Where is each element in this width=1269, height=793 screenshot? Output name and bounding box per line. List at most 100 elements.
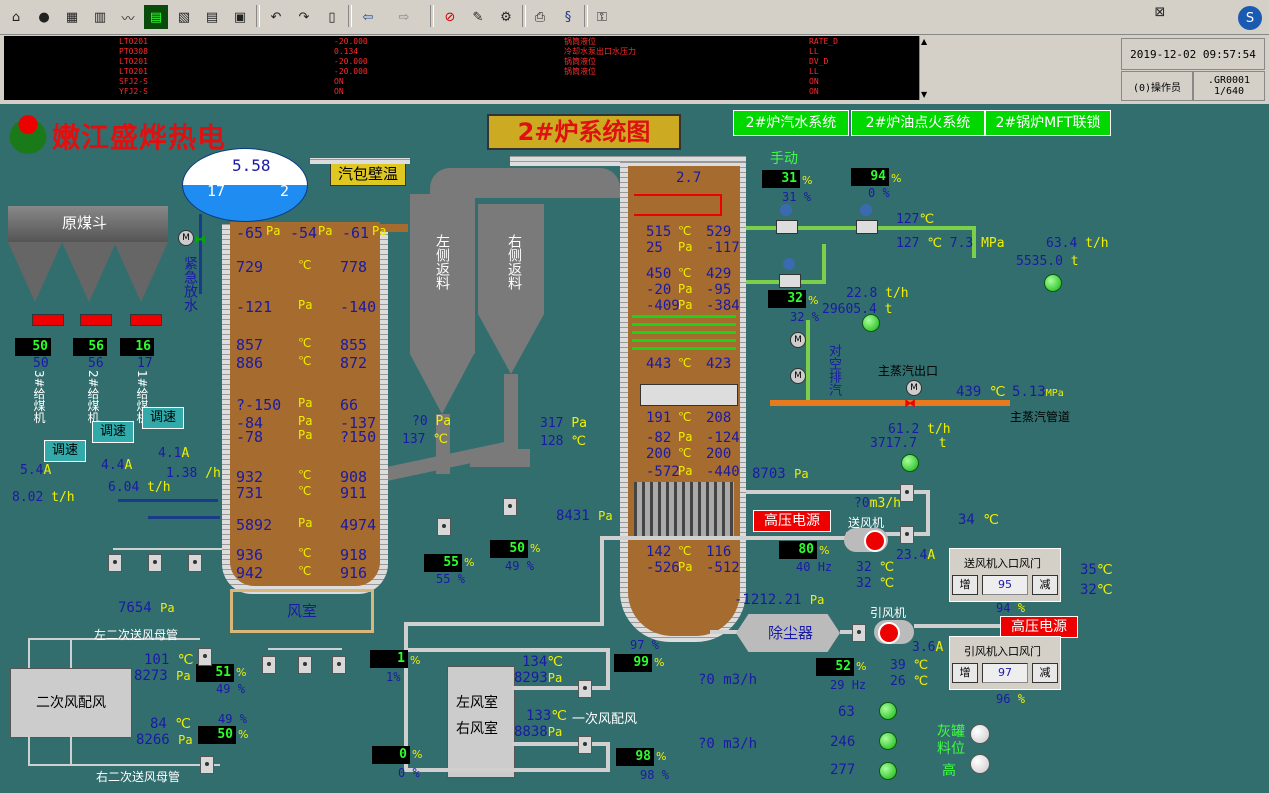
table-icon[interactable]: ▤ — [200, 5, 224, 29]
print-icon[interactable]: ⎙ — [528, 5, 552, 29]
left-secondary-damper-icon[interactable] — [198, 648, 212, 666]
valve-icon[interactable]: ⧓ — [194, 232, 206, 246]
trend-icon[interactable]: 〰 — [116, 5, 140, 29]
record-icon[interactable]: ● — [32, 5, 56, 29]
control-valve-1-icon[interactable] — [776, 220, 798, 234]
fd-fan-motor-icon[interactable] — [864, 530, 886, 552]
damper-valve-icon[interactable] — [262, 656, 276, 674]
feeder-1-body[interactable] — [130, 314, 162, 326]
fd-damper-increase-button[interactable]: 增 — [952, 575, 978, 595]
sync-icon[interactable]: § — [556, 5, 580, 29]
config-icon[interactable]: ⚙ — [494, 5, 518, 29]
fd-inlet-damper-icon[interactable] — [900, 526, 914, 544]
alarm-row[interactable]: PT0308 0.134 冷却水泵出口水压力 LL — [4, 48, 924, 56]
primary-duct — [606, 744, 610, 772]
damper-valve-icon[interactable] — [108, 554, 122, 572]
flue-pressure-1-unit: Pa — [794, 467, 809, 481]
undo-icon[interactable]: ↶ — [264, 5, 288, 29]
report-icon[interactable]: ▧ — [172, 5, 196, 29]
furnace-unit: Pa — [298, 414, 313, 428]
furnace-value: -54 — [290, 224, 318, 242]
backpass-value: 116 — [706, 544, 732, 560]
scroll-down-icon[interactable]: ▼ — [921, 90, 927, 99]
windbox-pressure-value: 7654 — [118, 600, 152, 616]
damper-valve-icon[interactable] — [148, 554, 162, 572]
primary-damper-b-icon[interactable] — [578, 736, 592, 754]
fd-outlet-damper-icon[interactable] — [900, 484, 914, 502]
mute-icon[interactable]: ⊘ — [438, 5, 462, 29]
main-steam-valve-icon[interactable]: ⧓ — [904, 396, 916, 410]
id-fan-motor-icon[interactable] — [878, 622, 900, 644]
feeder-3-tune-button[interactable]: 调速 — [44, 440, 86, 462]
edit-icon[interactable]: ✎ — [466, 5, 490, 29]
user-key-icon[interactable]: ⚿ — [590, 5, 614, 29]
nav-mft-button[interactable]: 2#锅炉MFT联锁 — [985, 110, 1111, 136]
main-steam-motor-icon[interactable]: M — [906, 380, 922, 396]
secondary-air-box[interactable]: 二次风配风 — [10, 668, 132, 738]
furnace-unit: Pa — [318, 224, 333, 238]
right-secondary-damper-icon[interactable] — [200, 756, 214, 774]
scroll-up-icon[interactable]: ▲ — [921, 37, 927, 46]
feeder-2-tune-button[interactable]: 调速 — [92, 421, 134, 443]
app-logo-icon[interactable]: S — [1238, 6, 1262, 30]
fd-damper-decrease-button[interactable]: 减 — [1032, 575, 1058, 595]
drum-pressure: 5.58 — [232, 156, 271, 175]
back-icon[interactable]: ⇦ — [356, 5, 380, 29]
alarm-row[interactable]: YFJ2-S ON ON — [4, 88, 924, 96]
drum-wall-temp-button[interactable]: 汽包壁温 — [330, 162, 406, 186]
feeder-2-body[interactable] — [80, 314, 112, 326]
left-secondary-temp: 101 ℃ — [144, 652, 193, 668]
damper-valve-icon[interactable] — [188, 554, 202, 572]
fd-inlet-damper-panel: 送风机入口风门 增 95 减 — [949, 548, 1061, 602]
primary-damper-a-icon[interactable] — [578, 680, 592, 698]
vent-motor-1-icon[interactable]: M — [790, 332, 806, 348]
alarm-row[interactable]: LT0201 -20.000 锅筒液位 LL — [4, 68, 924, 76]
id-damper-value[interactable]: 97 — [982, 663, 1028, 683]
chart-icon[interactable]: ▤ — [144, 5, 168, 29]
valve-3-feedback-unit: % — [811, 310, 819, 324]
steam-flow-2-value: 22.8 — [846, 286, 878, 301]
nav-water-system-button[interactable]: 2#炉汽水系统 — [733, 110, 849, 136]
control-valve-2-icon[interactable] — [856, 220, 878, 234]
motor-valve-icon[interactable]: M — [178, 230, 194, 246]
home-icon[interactable]: ⌂ — [4, 5, 28, 29]
nav-oil-ignition-button[interactable]: 2#炉油点火系统 — [851, 110, 985, 136]
alarm-row[interactable]: LT0201 -20.000 锅筒液位 DV_D — [4, 58, 924, 66]
layout-icon[interactable]: ▣ — [228, 5, 252, 29]
fd-high-voltage-button[interactable]: 高压电源 — [753, 510, 831, 532]
vent-motor-2-icon[interactable]: M — [790, 368, 806, 384]
grid-icon[interactable]: ▦ — [60, 5, 84, 29]
id-damper-icon[interactable] — [852, 624, 866, 642]
fd-current-value: 23.4 — [896, 548, 928, 563]
damper-valve-icon[interactable] — [332, 656, 346, 674]
alarm-row[interactable]: LT0201 -20.000 锅筒液位 RATE_D — [4, 38, 924, 46]
forward-icon[interactable]: ⇨ — [392, 5, 416, 29]
alarm-scrollbar[interactable]: ▲ ▼ — [919, 36, 933, 100]
right-secondary-feedback: 49 % — [218, 712, 247, 726]
book-icon[interactable]: ▯ — [320, 5, 344, 29]
drum-level-left: 17 — [207, 182, 226, 200]
damper-valve-icon[interactable] — [298, 656, 312, 674]
redo-icon[interactable]: ↷ — [292, 5, 316, 29]
flue-pressure-1-value: 8703 — [752, 466, 786, 482]
alarm-row[interactable]: SFJ2-S ON ON — [4, 78, 924, 86]
feeder-1-flow-value: 1.38 — [166, 466, 198, 481]
control-valve-3-icon[interactable] — [779, 274, 801, 288]
windbox[interactable]: 风室 — [230, 589, 374, 633]
air-duct — [113, 548, 223, 550]
bars-icon[interactable]: ▥ — [88, 5, 112, 29]
feeder-1-tune-button[interactable]: 调速 — [142, 407, 184, 429]
alarm-list[interactable]: LT0201 -20.000 锅筒液位 RATE_D PT0308 0.134 冷却水泵出口… — [4, 36, 932, 100]
return-valve-right-icon[interactable] — [503, 498, 517, 516]
feeder-3-body[interactable] — [32, 314, 64, 326]
fd-damper-value[interactable]: 95 — [982, 575, 1028, 595]
return-valve-left-icon[interactable] — [437, 518, 451, 536]
left-secondary-temp-unit: ℃ — [177, 652, 194, 668]
id-damper-increase-button[interactable]: 增 — [952, 663, 978, 683]
alarm-desc: 锅筒液位 — [564, 37, 596, 46]
steam-total-3: 3717.7 t — [870, 436, 947, 451]
primary-b-led: 0 — [372, 746, 410, 764]
status-light — [901, 454, 919, 472]
id-damper-decrease-button[interactable]: 减 — [1032, 663, 1058, 683]
id-high-voltage-button[interactable]: 高压电源 — [1000, 616, 1078, 638]
